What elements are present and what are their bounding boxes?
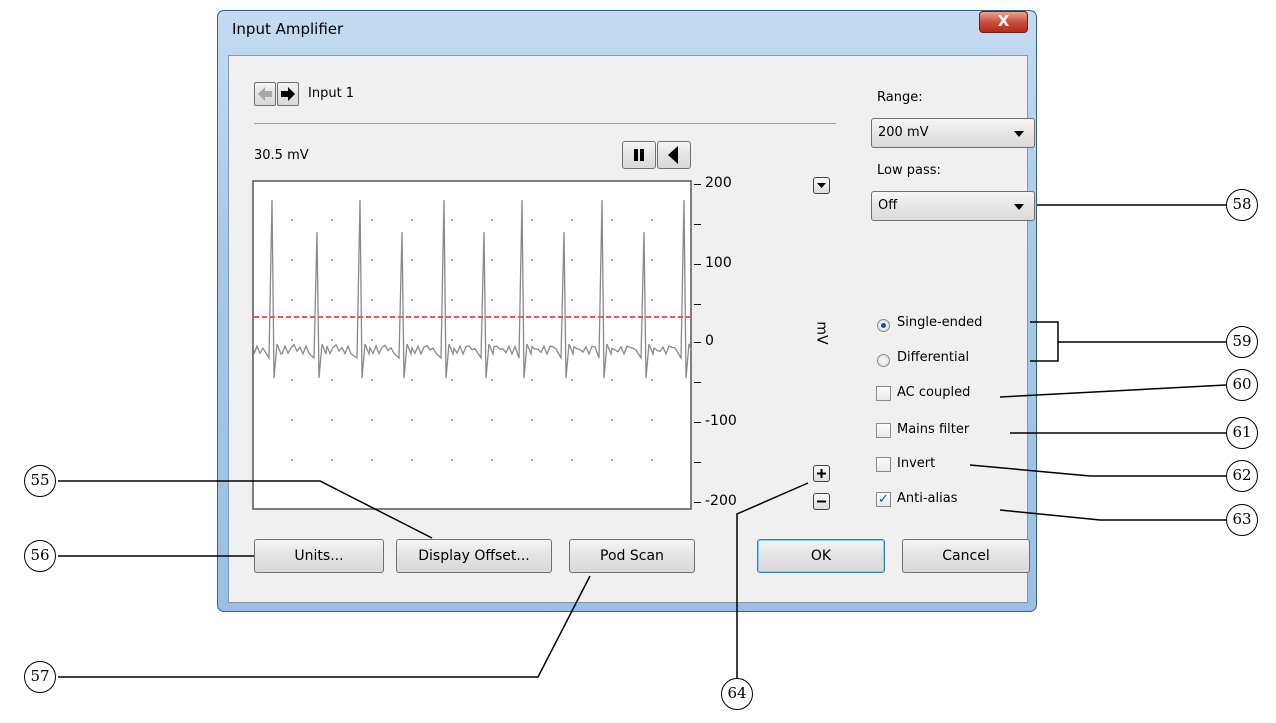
callout-58: 58 xyxy=(1226,189,1258,221)
callout-62: 62 xyxy=(1226,460,1258,492)
callout-57: 57 xyxy=(24,661,56,693)
callout-leaders xyxy=(58,204,1227,680)
callout-61: 61 xyxy=(1226,417,1258,449)
callout-63: 63 xyxy=(1226,504,1258,536)
callout-60: 60 xyxy=(1226,369,1258,401)
callout-55: 55 xyxy=(24,465,56,497)
callout-59: 59 xyxy=(1226,326,1258,358)
callout-64: 64 xyxy=(721,678,753,710)
callout-56: 56 xyxy=(24,540,56,572)
